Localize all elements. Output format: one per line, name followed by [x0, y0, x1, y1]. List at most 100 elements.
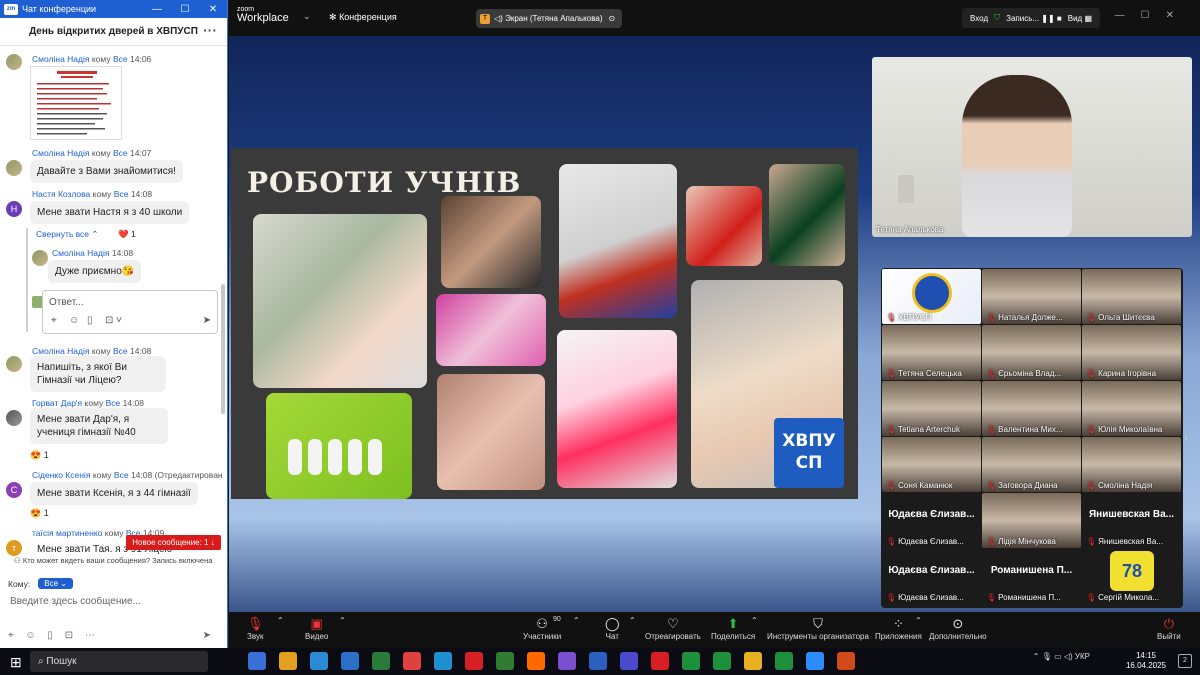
more-icon[interactable]: ⋯ [85, 630, 95, 641]
video-tile[interactable]: 🎙 Заговора Диана [982, 437, 1081, 492]
video-tile[interactable]: Юдаєва Єлизав... 🎙 Юдаєва Єлизав... [882, 549, 981, 604]
video-tile[interactable]: 78 🎙 Сергій Миколa... [1082, 549, 1181, 604]
video-tile[interactable]: Юдаєва Єлизав... 🎙 Юдаєва Єлизав... [882, 493, 981, 548]
windows-start-icon[interactable]: ⊞ [10, 654, 22, 671]
taskbar-app-icon[interactable] [465, 652, 483, 670]
taskbar-app-icon[interactable] [744, 652, 762, 670]
system-tray[interactable]: ⌃ 🎙 ▭ ◁) УКР [1033, 652, 1090, 661]
taskbar-app-icon[interactable] [775, 652, 793, 670]
chevron-up-icon[interactable]: ⌃ [915, 616, 922, 625]
attachment-thumbnail[interactable] [30, 66, 122, 140]
taskbar-app-icon[interactable] [496, 652, 514, 670]
login-button[interactable]: Вход [970, 14, 988, 23]
video-tile[interactable]: 🎙 Наталья Долже... [982, 269, 1081, 324]
reply-input[interactable]: Ответ... ⌖ ☺ ▯ ⊡ ˅ ➤ [42, 290, 218, 334]
message-list[interactable]: Смоліна Надія кому Все 14:06 Смоліна Над… [0, 48, 222, 570]
video-tile[interactable]: 🎙 Tetiana Arterchuk [882, 381, 981, 436]
chevron-up-icon[interactable]: ⌃ [629, 616, 636, 625]
emoji-icon[interactable]: ☺ [69, 315, 79, 326]
taskbar-app-icon[interactable] [248, 652, 266, 670]
taskbar-app-icon[interactable] [434, 652, 452, 670]
visibility-info[interactable]: ⚇ Кто может видеть ваши сообщения? Запис… [14, 556, 212, 565]
taskbar-app-icon[interactable] [713, 652, 731, 670]
react-button[interactable]: ♡ Отреагировать [645, 616, 701, 641]
chevron-right-icon[interactable]: › [1184, 430, 1188, 444]
recording-status[interactable]: Запись... ❚❚ ■ [1006, 14, 1062, 23]
more-options-icon[interactable]: ··· [203, 22, 217, 38]
audio-button[interactable]: 🎙 Звук [247, 616, 264, 641]
taskbar-clock[interactable]: 14:15 16.04.2025 [1126, 651, 1166, 671]
message-input[interactable]: Введите здесь сообщение... [10, 596, 141, 607]
video-tile[interactable]: 🎙 Соня Каманюк [882, 437, 981, 492]
taskbar-search[interactable]: ⌕ Пошук [30, 651, 208, 672]
taskbar-app-icon[interactable] [341, 652, 359, 670]
screen-share-indicator[interactable]: T ◁) Экран (Тетяна Апалькова) ⊙ [476, 9, 622, 28]
more-button[interactable]: ⊙ Дополнительно [929, 616, 987, 641]
send-icon[interactable]: ➤ [203, 315, 211, 326]
chevron-up-icon[interactable]: ⌃ [339, 616, 346, 625]
window-controls[interactable]: —☐✕ [1115, 10, 1190, 21]
taskbar-app-icon[interactable] [403, 652, 421, 670]
taskbar-app-icon[interactable] [589, 652, 607, 670]
view-button[interactable]: Вид ▦ [1068, 14, 1092, 23]
participants-button[interactable]: ⚇ Участники 90 [523, 616, 561, 641]
video-tile[interactable]: 🎙 Смоліна Надія [1082, 437, 1181, 492]
screenshot-icon[interactable]: ⊡ [65, 630, 73, 641]
taskbar-app-icon[interactable] [806, 652, 824, 670]
emoji-icon[interactable]: ☺ [25, 630, 35, 641]
close-icon[interactable]: ✕ [199, 4, 227, 15]
message-meta: Настя Козлова кому Все 14:08 [32, 189, 153, 199]
reaction-badge[interactable]: 😍 1 [30, 508, 49, 519]
share-button[interactable]: ⬆ Поделиться [711, 616, 755, 641]
file-icon[interactable]: ▯ [47, 630, 53, 641]
taskbar-app-icon[interactable] [837, 652, 855, 670]
video-tile[interactable]: 🎙 Тетяна Селецька [882, 325, 981, 380]
taskbar-app-icon[interactable] [310, 652, 328, 670]
taskbar-app-icon[interactable] [620, 652, 638, 670]
notification-badge[interactable]: 2 [1178, 654, 1192, 668]
taskbar-app-icon[interactable] [558, 652, 576, 670]
new-message-button[interactable]: Новое сообщение: 1 ↓ [126, 535, 221, 550]
nail-photo [437, 374, 545, 490]
chevron-down-icon[interactable]: ⌄ [303, 11, 311, 22]
chat-button[interactable]: ◯ Чат [605, 616, 620, 641]
taskbar-app-icon[interactable] [527, 652, 545, 670]
video-tile[interactable]: Янишевская Ва... 🎙 Янишевская Ва... [1082, 493, 1181, 548]
active-speaker-video[interactable]: Тетяна Апалькова [872, 57, 1192, 237]
chevron-up-icon[interactable]: ⌃ [573, 616, 580, 625]
reaction-badge[interactable]: 😍 1 [30, 450, 49, 461]
video-tile[interactable]: 🎙 Валентина Мих... [982, 381, 1081, 436]
chevron-up-icon[interactable]: ⌃ [751, 616, 758, 625]
chevron-up-icon[interactable]: ⌃ [277, 616, 284, 625]
collapse-all-link[interactable]: Свернуть все ⌃ [36, 229, 99, 240]
video-tile[interactable]: 🎙 Єрьоміна Влад... [982, 325, 1081, 380]
video-tile[interactable]: Романишена П... 🎙 Романишена П... [982, 549, 1081, 604]
maximize-icon[interactable]: ☐ [171, 4, 199, 15]
chat-scrollbar[interactable] [221, 284, 225, 414]
video-tile[interactable]: 🎙 Ольга Шитєєва [1082, 269, 1181, 324]
host-tools-button[interactable]: ⛉ Инструменты организатора [767, 616, 869, 641]
video-tile[interactable]: 🎙 Лідія Мінчукова [982, 493, 1081, 548]
taskbar-app-icon[interactable] [651, 652, 669, 670]
taskbar-app-icon[interactable] [372, 652, 390, 670]
format-icon[interactable]: ⌖ [8, 630, 14, 641]
video-tile[interactable]: 🎙 Карина Ігорівна [1082, 325, 1181, 380]
more-icon[interactable]: ⊙ [609, 14, 616, 23]
taskbar-app-icon[interactable] [279, 652, 297, 670]
video-button[interactable]: ▣ Видео [305, 616, 328, 641]
taskbar-app-icon[interactable] [682, 652, 700, 670]
file-icon[interactable]: ▯ [87, 315, 93, 326]
tile-name: 🎙 Заговора Диана [986, 481, 1058, 490]
shield-icon[interactable]: ⛉ [994, 13, 1000, 23]
video-tile[interactable]: 🎙 ХВПУСП [882, 269, 981, 324]
recipient-select[interactable]: Все ⌄ [38, 578, 73, 589]
minimize-icon[interactable]: — [143, 4, 171, 15]
leave-button[interactable]: ⏻ Выйти [1157, 616, 1181, 641]
meeting-info[interactable]: ✻ Конференция [329, 12, 397, 23]
sender-name[interactable]: Смоліна Надія [32, 54, 89, 64]
send-icon[interactable]: ➤ [203, 630, 211, 641]
format-icon[interactable]: ⌖ [51, 315, 57, 326]
reaction-heart[interactable]: ❤️ 1 [118, 229, 136, 240]
screenshot-icon[interactable]: ⊡ ˅ [105, 315, 122, 326]
video-tile[interactable]: 🎙 Юлія Миколаївна [1082, 381, 1181, 436]
